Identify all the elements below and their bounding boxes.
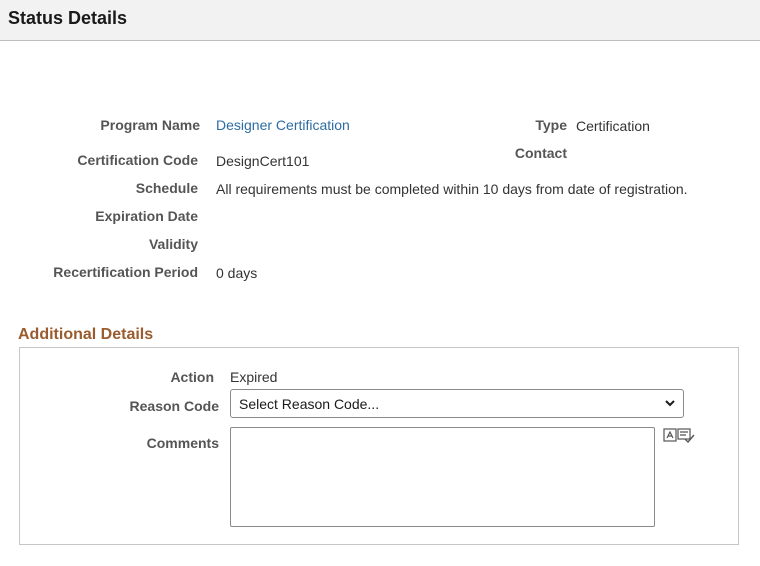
action-label: Action (170, 369, 214, 385)
program-name-link[interactable]: Designer Certification (216, 117, 350, 133)
chevron-down-icon (665, 400, 675, 407)
schedule-label: Schedule (135, 180, 198, 196)
comments-textarea[interactable] (230, 427, 655, 527)
type-label: Type (535, 117, 567, 133)
validity-label: Validity (148, 236, 198, 252)
reason-code-selected-value: Select Reason Code... (239, 395, 380, 412)
page-header: Status Details (0, 0, 760, 41)
comments-label: Comments (146, 435, 219, 451)
certification-code-label: Certification Code (77, 152, 198, 168)
page-title: Status Details (8, 8, 128, 28)
spell-check-icon[interactable] (663, 427, 695, 443)
reason-code-select[interactable]: Select Reason Code... (230, 389, 684, 418)
recertification-period-label: Recertification Period (53, 264, 198, 280)
certification-code-value: DesignCert101 (216, 153, 310, 169)
program-name-label: Program Name (100, 117, 200, 133)
type-value: Certification (576, 118, 650, 134)
recertification-period-value: 0 days (216, 265, 258, 281)
contact-label: Contact (514, 145, 567, 161)
schedule-value: All requirements must be completed withi… (216, 181, 688, 197)
reason-code-label: Reason Code (129, 398, 219, 414)
action-value: Expired (230, 369, 278, 385)
additional-details-title: Additional Details (18, 326, 154, 343)
expiration-date-label: Expiration Date (95, 208, 198, 224)
